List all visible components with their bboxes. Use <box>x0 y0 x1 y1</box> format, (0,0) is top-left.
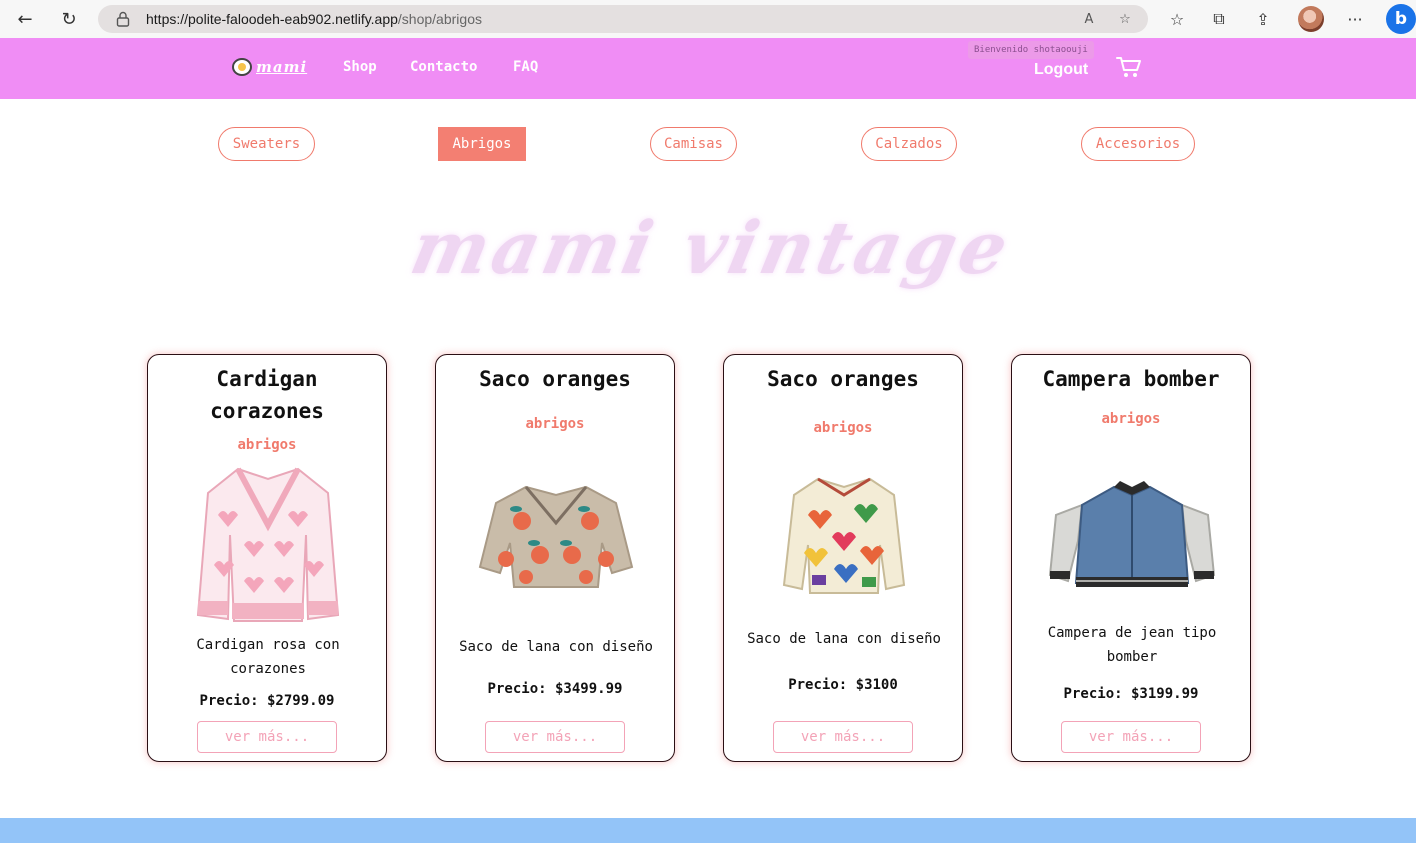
product-title: Saco oranges <box>724 363 962 395</box>
product-title-line: Cardigan <box>216 367 318 391</box>
product-card: Campera bomber abrigos Campera de jean t… <box>1011 354 1251 762</box>
logo-text: mami <box>256 58 308 76</box>
product-description-line: Campera de jean tipo <box>1047 625 1217 641</box>
ver-mas-button[interactable]: ver más... <box>197 721 337 753</box>
nav-contacto[interactable]: Contacto <box>410 59 477 75</box>
product-price: Precio: $3199.99 <box>1012 686 1250 702</box>
product-category: abrigos <box>237 437 297 453</box>
url-path: /shop/abrigos <box>397 11 482 27</box>
product-title-line: Saco oranges <box>767 367 919 391</box>
category-sweaters[interactable]: Sweaters <box>218 127 315 161</box>
browser-toolbar: ← ↻ https://polite-faloodeh-eab902.netli… <box>0 0 1416 38</box>
product-category: abrigos <box>525 416 585 432</box>
category-camisas[interactable]: Camisas <box>650 127 737 161</box>
egg-logo-icon <box>232 58 252 76</box>
price-value: $3100 <box>855 677 898 693</box>
product-title-line: corazones <box>210 399 324 423</box>
price-label: Precio: <box>788 677 848 693</box>
price-value: $2799.09 <box>267 693 335 709</box>
site-header: mami Shop Contacto FAQ Bienvenido shotao… <box>0 38 1416 99</box>
footer-band <box>0 818 1416 843</box>
read-aloud-icon[interactable]: A <box>1078 9 1100 29</box>
product-description-line: corazones <box>230 661 306 677</box>
product-description: Saco de lana con diseño <box>742 627 946 651</box>
favorites-icon[interactable]: ☆ <box>1164 6 1190 32</box>
ver-mas-button[interactable]: ver más... <box>485 721 625 753</box>
product-title-line: Saco oranges <box>479 367 631 391</box>
reload-icon[interactable]: ↻ <box>52 4 86 34</box>
product-price: Precio: $3499.99 <box>436 681 674 697</box>
product-card: Saco oranges abrigos Saco de lana con di… <box>723 354 963 762</box>
profile-avatar[interactable] <box>1298 6 1324 32</box>
product-card: Saco oranges abrigos Saco de lana con di… <box>435 354 675 762</box>
bing-icon[interactable]: b <box>1386 4 1416 34</box>
category-abrigos[interactable]: Abrigos <box>438 127 526 161</box>
more-menu-icon[interactable]: ··· <box>1342 6 1368 32</box>
price-value: $3499.99 <box>555 681 623 697</box>
address-bar[interactable]: https://polite-faloodeh-eab902.netlify.a… <box>98 5 1148 33</box>
heart-pattern-cardigan-image <box>782 477 906 594</box>
back-icon[interactable]: ← <box>8 4 42 34</box>
ver-mas-button[interactable]: ver más... <box>1061 721 1201 753</box>
product-description: Campera de jean tipo bomber <box>1030 621 1234 669</box>
site-logo[interactable]: mami <box>232 58 307 76</box>
product-card: Cardigan corazones abrigos Cardigan rosa… <box>147 354 387 762</box>
product-description: Cardigan rosa con corazones <box>166 633 370 681</box>
welcome-tooltip: Bienvenido shotaoouji <box>968 41 1094 59</box>
collections-icon[interactable]: ⧉ <box>1206 6 1232 32</box>
orange-knit-cardigan-image <box>478 485 634 588</box>
nav-shop[interactable]: Shop <box>343 59 377 75</box>
product-description-line: Saco de lana con diseño <box>459 639 653 655</box>
product-category: abrigos <box>813 420 873 436</box>
product-description: Saco de lana con diseño <box>454 635 658 659</box>
url-host: https://polite-faloodeh-eab902.netlify.a… <box>146 11 398 27</box>
nav-faq[interactable]: FAQ <box>513 59 538 75</box>
logout-link[interactable]: Logout <box>1034 61 1088 79</box>
product-description-line: bomber <box>1106 649 1158 665</box>
product-price: Precio: $2799.09 <box>148 693 386 709</box>
price-label: Precio: <box>199 693 259 709</box>
hero-title: mami vintage <box>404 205 1020 290</box>
product-title-line: Campera bomber <box>1042 367 1220 391</box>
cart-icon[interactable] <box>1116 55 1142 79</box>
product-title: Campera bomber <box>1012 363 1250 395</box>
category-accesorios[interactable]: Accesorios <box>1081 127 1195 161</box>
url-text[interactable]: https://polite-faloodeh-eab902.netlify.a… <box>146 11 482 27</box>
product-title: Cardigan corazones <box>148 363 386 427</box>
product-description-line: Cardigan rosa con <box>196 637 340 653</box>
ver-mas-button[interactable]: ver más... <box>773 721 913 753</box>
product-description-line: Saco de lana con diseño <box>747 631 941 647</box>
share-icon[interactable]: ⇪ <box>1250 6 1276 32</box>
category-calzados[interactable]: Calzados <box>861 127 957 161</box>
product-title: Saco oranges <box>436 363 674 395</box>
price-label: Precio: <box>487 681 547 697</box>
add-favorite-icon[interactable]: ☆ <box>1114 9 1136 29</box>
denim-bomber-jacket-image <box>1048 481 1216 587</box>
price-label: Precio: <box>1063 686 1123 702</box>
product-price: Precio: $3100 <box>724 677 962 693</box>
pink-heart-cardigan-image <box>196 467 340 622</box>
product-category: abrigos <box>1101 411 1161 427</box>
price-value: $3199.99 <box>1131 686 1199 702</box>
lock-icon <box>116 11 130 27</box>
